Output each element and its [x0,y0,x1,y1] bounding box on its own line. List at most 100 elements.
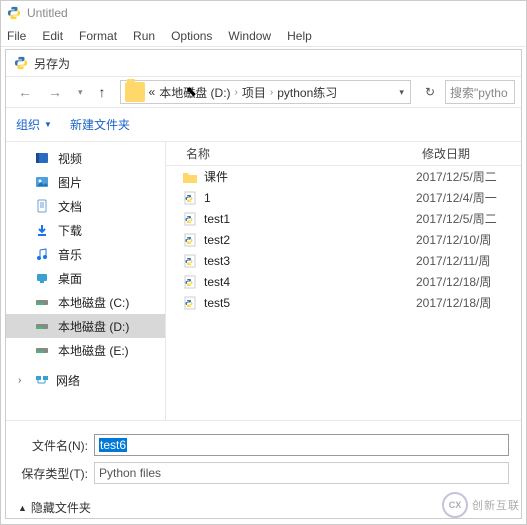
file-date: 2017/12/10/周 [416,231,491,248]
search-input[interactable]: 搜索"pytho [445,80,515,104]
drive-icon [34,294,50,310]
file-date: 2017/12/18/周 [416,273,491,290]
sidebar-item-drive-d[interactable]: 本地磁盘 (D:) [6,314,165,338]
column-header-name[interactable]: 名称 [166,145,416,162]
file-row[interactable]: test32017/12/11/周 [166,250,521,271]
search-placeholder: 搜索"pytho [450,84,508,101]
dialog-titlebar: 另存为 [6,50,521,76]
nav-up-icon[interactable]: ↑ [93,84,112,100]
address-bar[interactable]: « 本地磁盘 (D:) ⬉ › 项目 › python练习 ▾ [120,80,411,104]
sidebar-item-music[interactable]: 音乐 [6,242,165,266]
pictures-icon [34,174,50,190]
toolbar: 组织 ▼ 新建文件夹 [6,108,521,142]
python-file-icon [182,253,198,269]
breadcrumb-item[interactable]: 项目 [242,84,266,101]
sidebar-item-drive-c[interactable]: 本地磁盘 (C:) [6,290,165,314]
sidebar: 视频 图片 文档 下载 音乐 桌面 [6,142,166,420]
nav-forward-icon: → [42,84,68,100]
filetype-label: 保存类型(T): [18,465,88,482]
filename-input[interactable]: test6 [94,434,509,456]
chevron-right-icon: › [18,375,28,386]
breadcrumb: 本地磁盘 (D:) ⬉ › 项目 › python练习 [155,84,341,101]
chevron-right-icon: › [270,87,273,98]
documents-icon [34,198,50,214]
menubar: File Edit Format Run Options Window Help [1,25,526,47]
drive-icon [34,318,50,334]
python-file-icon [182,295,198,311]
file-row[interactable]: 12017/12/4/周一 [166,187,521,208]
new-folder-button[interactable]: 新建文件夹 [70,116,130,133]
file-row[interactable]: test22017/12/10/周 [166,229,521,250]
organize-button[interactable]: 组织 ▼ [16,116,52,133]
python-file-icon [182,190,198,206]
bottom-form: 文件名(N): test6 保存类型(T): Python files [6,420,521,493]
dialog-body: 视频 图片 文档 下载 音乐 桌面 [6,142,521,420]
expand-caret-icon[interactable]: ▲ [18,503,27,513]
file-list: 课件2017/12/5/周二12017/12/4/周一test12017/12/… [166,166,521,420]
breadcrumb-overflow[interactable]: « [149,85,156,99]
file-list-pane: 名称 修改日期 课件2017/12/5/周二12017/12/4/周一test1… [166,142,521,420]
python-file-icon [182,274,198,290]
file-date: 2017/12/5/周二 [416,210,497,227]
watermark-badge: CX [442,492,468,518]
file-name: test2 [204,233,416,247]
file-name: test3 [204,254,416,268]
column-headers: 名称 修改日期 [166,142,521,166]
folder-icon [125,82,145,102]
python-icon [14,56,28,70]
app-title: Untitled [27,6,68,20]
refresh-icon[interactable]: ↻ [419,85,441,99]
sidebar-item-pictures[interactable]: 图片 [6,170,165,194]
column-header-date[interactable]: 修改日期 [416,145,521,162]
file-row[interactable]: 课件2017/12/5/周二 [166,166,521,187]
file-row[interactable]: test52017/12/18/周 [166,292,521,313]
python-app-icon [7,6,21,20]
menu-window[interactable]: Window [228,29,271,43]
music-icon [34,246,50,262]
nav-back-icon[interactable]: ← [12,84,38,100]
filetype-select[interactable]: Python files [94,462,509,484]
python-file-icon [182,211,198,227]
sidebar-item-desktop[interactable]: 桌面 [6,266,165,290]
sidebar-item-downloads[interactable]: 下载 [6,218,165,242]
file-date: 2017/12/5/周二 [416,168,497,185]
breadcrumb-item[interactable]: python练习 [277,84,337,101]
sidebar-item-video[interactable]: 视频 [6,146,165,170]
nav-bar: ← → ▾ ↑ « 本地磁盘 (D:) ⬉ › 项目 › python练习 ▾ … [6,76,521,108]
downloads-icon [34,222,50,238]
nav-recent-dropdown-icon[interactable]: ▾ [72,87,89,98]
caret-down-icon: ▼ [44,120,52,129]
sidebar-group-network[interactable]: › 网络 [6,368,165,392]
python-file-icon [182,232,198,248]
network-icon [34,372,50,388]
video-icon [34,150,50,166]
folder-icon [182,169,198,185]
file-name: 1 [204,191,416,205]
menu-format[interactable]: Format [79,29,117,43]
desktop-icon [34,270,50,286]
filename-label: 文件名(N): [18,437,88,454]
file-row[interactable]: test42017/12/18/周 [166,271,521,292]
file-name: test4 [204,275,416,289]
drive-icon [34,342,50,358]
save-as-dialog: 另存为 ← → ▾ ↑ « 本地磁盘 (D:) ⬉ › 项目 › python练… [5,49,522,519]
file-date: 2017/12/11/周 [416,252,491,269]
menu-help[interactable]: Help [287,29,312,43]
app-titlebar: Untitled [1,1,526,25]
file-name: 课件 [204,168,416,185]
menu-run[interactable]: Run [133,29,155,43]
address-dropdown-icon[interactable]: ▾ [393,87,410,98]
breadcrumb-item[interactable]: 本地磁盘 (D:) [159,84,230,101]
file-name: test5 [204,296,416,310]
watermark: CX 创新互联 [442,492,520,518]
watermark-text: 创新互联 [472,497,520,513]
sidebar-item-documents[interactable]: 文档 [6,194,165,218]
sidebar-item-drive-e[interactable]: 本地磁盘 (E:) [6,338,165,362]
menu-options[interactable]: Options [171,29,212,43]
file-name: test1 [204,212,416,226]
hide-folders-link[interactable]: 隐藏文件夹 [31,499,91,516]
file-row[interactable]: test12017/12/5/周二 [166,208,521,229]
file-date: 2017/12/18/周 [416,294,491,311]
menu-file[interactable]: File [7,29,26,43]
menu-edit[interactable]: Edit [42,29,63,43]
